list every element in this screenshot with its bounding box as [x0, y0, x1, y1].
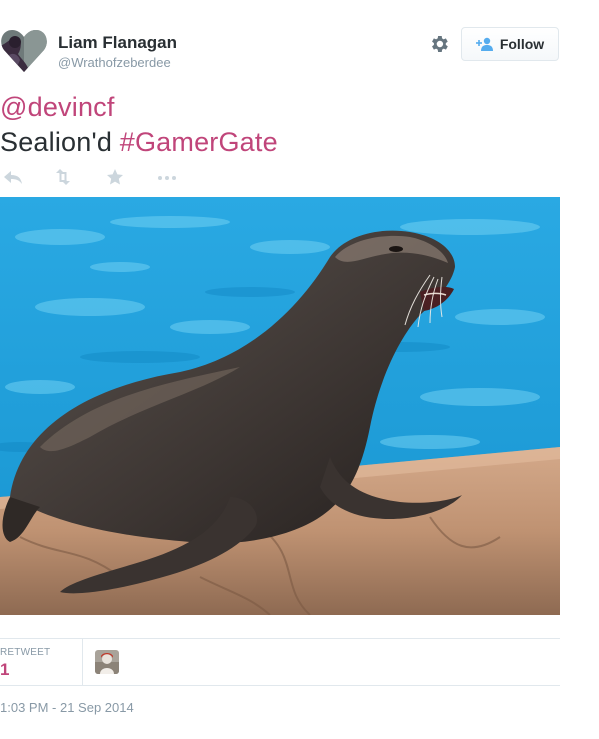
add-user-icon — [475, 37, 493, 51]
retweet-icon[interactable] — [52, 167, 74, 187]
favorite-icon[interactable] — [104, 167, 126, 187]
divider — [0, 638, 560, 639]
author-avatar[interactable] — [0, 26, 48, 74]
tweet-photo[interactable] — [0, 197, 560, 615]
tweet-body-text: Sealion'd — [0, 127, 120, 157]
mention-link[interactable]: @devincf — [0, 92, 115, 122]
author-name[interactable]: Liam Flanagan — [58, 33, 177, 53]
retweet-label[interactable]: RETWEET — [0, 647, 50, 658]
tweet-page: Liam Flanagan @Wrathofzeberdee Follow @d… — [0, 0, 599, 739]
retweeter-avatar[interactable] — [95, 650, 119, 674]
divider — [0, 685, 560, 686]
follow-label: Follow — [499, 36, 545, 52]
hashtag-link[interactable]: #GamerGate — [120, 127, 278, 157]
retweet-count[interactable]: 1 — [0, 660, 9, 680]
gear-icon[interactable] — [428, 33, 450, 55]
more-icon[interactable] — [156, 167, 178, 187]
reply-icon[interactable] — [2, 167, 24, 187]
tweet-timestamp[interactable]: 1:03 PM - 21 Sep 2014 — [0, 700, 134, 715]
stats-separator — [82, 639, 83, 685]
author-handle[interactable]: @Wrathofzeberdee — [58, 55, 171, 71]
follow-button[interactable]: Follow — [461, 27, 559, 61]
tweet-text: @devincf Sealion'd #GamerGate — [0, 90, 278, 160]
